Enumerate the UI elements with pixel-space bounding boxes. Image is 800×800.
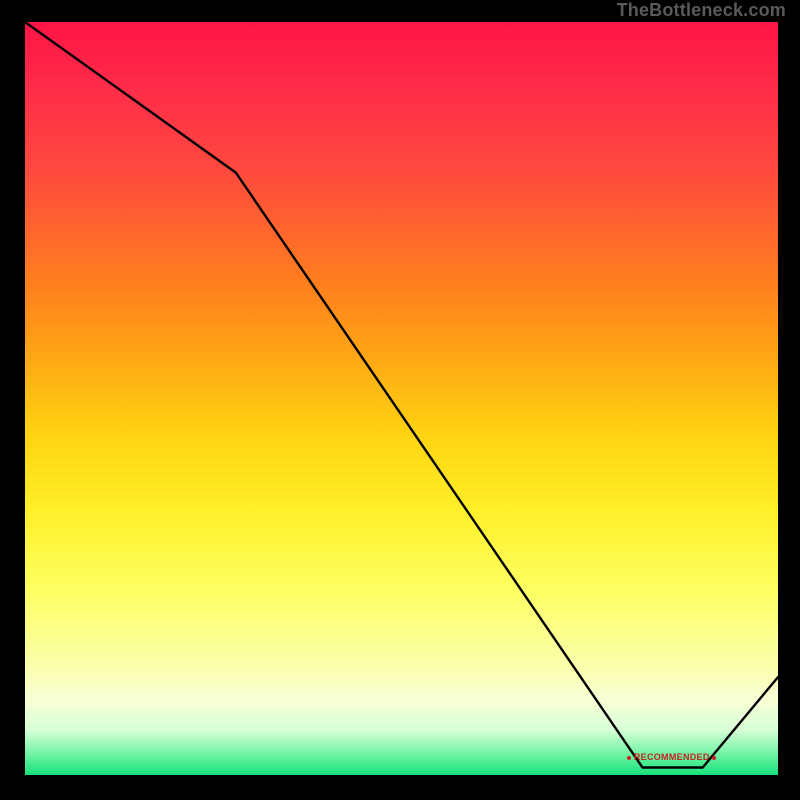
plot-area: RECOMMENDED (25, 22, 778, 775)
chart-frame: TheBottleneck.com RECOMMENDED (0, 0, 800, 800)
annotation-dot-left (627, 756, 631, 760)
bottleneck-curve (25, 22, 778, 768)
recommended-annotation: RECOMMENDED (627, 752, 716, 762)
annotation-dot-right (712, 756, 716, 760)
line-chart-svg (25, 22, 778, 775)
watermark-text: TheBottleneck.com (617, 0, 786, 21)
annotation-label: RECOMMENDED (634, 752, 710, 762)
